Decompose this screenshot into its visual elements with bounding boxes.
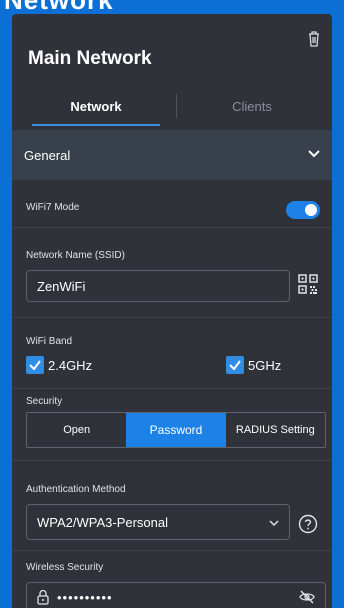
security-label: Security xyxy=(26,396,63,407)
wireless-password-input[interactable]: •••••••••• xyxy=(26,582,326,608)
panel-title: Main Network xyxy=(28,48,152,69)
security-option-radius[interactable]: RADIUS Setting xyxy=(226,413,325,447)
band-5g-label: 5GHz xyxy=(248,358,282,373)
chevron-down-icon xyxy=(269,520,279,527)
security-segmented-control: Open Password RADIUS Setting xyxy=(26,412,326,448)
eye-off-icon[interactable] xyxy=(299,590,315,604)
auth-method-value: WPA2/WPA3-Personal xyxy=(37,514,169,530)
divider xyxy=(12,388,332,389)
divider xyxy=(12,550,332,551)
band-5g-checkbox[interactable] xyxy=(226,356,244,374)
wifi7-mode-toggle[interactable] xyxy=(286,201,320,219)
section-title: General xyxy=(24,147,71,163)
wifi7-mode-label: WiFi7 Mode xyxy=(26,202,80,213)
divider xyxy=(12,227,332,228)
general-section-header[interactable]: General xyxy=(12,130,332,180)
auth-method-label: Authentication Method xyxy=(26,484,126,495)
wireless-security-label: Wireless Security xyxy=(26,562,104,573)
tab-divider xyxy=(176,94,177,118)
backdrop-peek-text: Network xyxy=(4,0,114,14)
backdrop-strip: Network xyxy=(0,0,344,14)
tab-network[interactable]: Network xyxy=(32,88,160,126)
lock-icon xyxy=(37,589,49,605)
wifi-band-label: WiFi Band xyxy=(26,336,73,347)
security-option-open[interactable]: Open xyxy=(27,413,126,447)
security-option-password[interactable]: Password xyxy=(126,413,226,447)
tab-bar: Network Clients xyxy=(12,88,332,126)
divider xyxy=(12,317,332,318)
toggle-knob xyxy=(305,204,317,216)
check-icon xyxy=(29,360,41,371)
divider xyxy=(12,460,332,461)
auth-method-select[interactable]: WPA2/WPA3-Personal xyxy=(26,504,290,540)
tab-clients[interactable]: Clients xyxy=(188,88,316,124)
ssid-input[interactable]: ZenWiFi xyxy=(26,270,290,302)
help-icon[interactable] xyxy=(298,514,318,534)
band-2g-checkbox[interactable] xyxy=(26,356,44,374)
network-settings-panel: Main Network Network Clients General WiF… xyxy=(12,14,332,608)
ssid-label: Network Name (SSID) xyxy=(26,250,125,261)
qr-code-icon[interactable] xyxy=(298,273,318,297)
band-2g-label: 2.4GHz xyxy=(48,358,93,373)
password-masked-value: •••••••••• xyxy=(57,589,113,605)
chevron-down-icon xyxy=(308,150,320,158)
trash-icon[interactable] xyxy=(306,30,322,48)
check-icon xyxy=(229,360,241,371)
